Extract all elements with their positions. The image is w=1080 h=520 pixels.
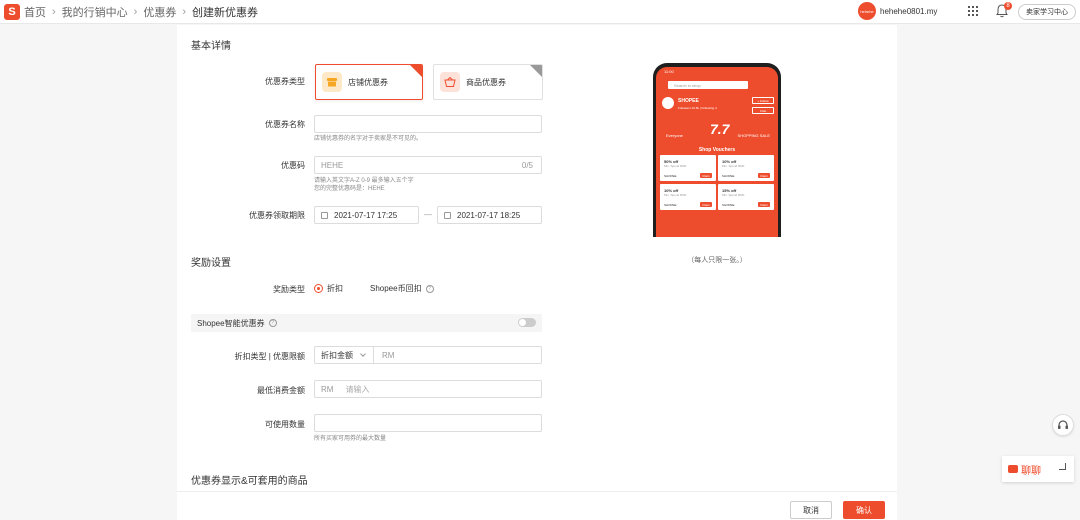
basket-icon xyxy=(440,72,460,92)
min-spend-currency: RM xyxy=(321,384,334,394)
reward-discount-label: 折扣 xyxy=(327,284,343,293)
chevron-right-icon: › xyxy=(133,5,138,18)
voucher-code-input[interactable]: HEHE 0/5 xyxy=(314,156,542,174)
discount-type-label: 折扣类型 | 优惠限额 xyxy=(234,352,305,361)
claim-period-label: 优惠券领取期限 xyxy=(249,211,305,220)
footer-divider xyxy=(177,491,897,492)
usage-quantity-hint: 所有买家可用券的最大数量 xyxy=(314,436,387,442)
chat-label: 聊聊 xyxy=(1021,465,1041,477)
min-spend-placeholder: 请输入 xyxy=(345,384,370,394)
banner-big-text: 7.7 xyxy=(710,121,730,137)
end-date-value: 2021-07-17 18:25 xyxy=(457,210,521,220)
discount-currency: RM xyxy=(382,350,395,360)
breadcrumb-current: 创建新优惠券 xyxy=(192,6,259,19)
notification-badge: 8 xyxy=(1004,2,1012,10)
date-separator: — xyxy=(424,210,432,219)
shop-voucher-label: 店铺优惠券 xyxy=(348,77,388,87)
discount-type-value: 折扣金额 xyxy=(321,350,353,360)
shopee-logo-icon[interactable]: S xyxy=(4,3,20,20)
preview-shop-meta: Followers 10.6k | Following 4 xyxy=(678,106,717,110)
store-icon xyxy=(322,72,342,92)
code-prefix: HEHE xyxy=(321,160,344,170)
selected-corner-icon xyxy=(410,65,422,77)
preview-vouchers-title: Shop Vouchers xyxy=(698,147,736,153)
seller-learning-button[interactable]: 卖家学习中心 xyxy=(1018,4,1076,20)
preview-banner: 7.7 Everyone SHOPPING SALE xyxy=(660,121,774,143)
chevron-right-icon: › xyxy=(182,5,187,18)
discount-amount-field[interactable]: 折扣金额 RM xyxy=(314,346,542,364)
end-date-picker[interactable]: 2021-07-17 18:25 xyxy=(437,206,542,224)
product-voucher-option[interactable]: 商品优惠券 xyxy=(433,64,543,100)
product-voucher-label: 商品优惠券 xyxy=(466,77,506,87)
min-spend-input[interactable]: RM 请输入 xyxy=(314,380,542,398)
breadcrumb-home[interactable]: 首页 xyxy=(24,4,46,20)
top-bar: S 首页 › 我的行销中心 › 优惠券 › 创建新优惠券 hehehe hehe… xyxy=(0,0,1080,24)
start-date-picker[interactable]: 2021-07-17 17:25 xyxy=(314,206,419,224)
preview-follow-button: + Follow xyxy=(752,97,774,104)
preview-shop-name: SHOPEE xyxy=(678,98,699,104)
code-counter: 0/5 xyxy=(521,160,533,170)
chevron-down-icon xyxy=(360,351,366,357)
voucher-name-label: 优惠券名称 xyxy=(265,120,305,129)
shop-voucher-option[interactable]: 店铺优惠券 xyxy=(315,64,423,100)
notification-bell-icon[interactable]: 8 xyxy=(996,2,1012,18)
usage-quantity-input[interactable] xyxy=(314,414,542,432)
reward-discount-radio[interactable]: 折扣 xyxy=(314,283,343,294)
display-section-title: 优惠券显示&可套用的商品 xyxy=(191,476,308,487)
reward-type-label: 奖励类型 xyxy=(273,285,305,294)
smart-voucher-label: Shopee智能优惠券 xyxy=(197,318,265,328)
voucher-form-card: 基本详情 优惠券类型 店铺优惠券 商品优惠券 优惠券名称 店铺优惠券的名字对于卖… xyxy=(177,25,897,520)
cancel-button[interactable]: 取消 xyxy=(790,501,832,519)
preview-voucher: 10% off Min. Spend RM0 SHOPEE Claim xyxy=(660,184,716,210)
chat-bubble-icon xyxy=(1008,465,1018,473)
start-date-value: 2021-07-17 17:25 xyxy=(334,210,398,220)
radio-unselected-icon xyxy=(357,284,366,293)
breadcrumb-marketing[interactable]: 我的行销中心 xyxy=(62,4,128,20)
preview-voucher: 10% off Min. Spend RM0 SHOPEE Claim xyxy=(718,155,774,181)
preview-voucher: 15% off Min. Spend RM0 SHOPEE Claim xyxy=(718,184,774,210)
banner-left-text: Everyone xyxy=(666,133,683,138)
status-time: 11:00 xyxy=(664,69,674,74)
breadcrumb-vouchers[interactable]: 优惠券 xyxy=(143,4,176,20)
collapse-icon[interactable] xyxy=(1059,463,1066,470)
user-menu[interactable]: hehehe hehehe0801.my xyxy=(858,2,937,20)
voucher-code-label: 优惠码 xyxy=(281,161,305,170)
preview-voucher: 50% off Min. Spend RM0 SHOPEE Claim xyxy=(660,155,716,181)
unselected-corner-icon xyxy=(530,65,542,77)
help-icon[interactable]: ? xyxy=(425,284,434,293)
preview-search-bar: Search in shop xyxy=(668,81,748,89)
avatar: hehehe xyxy=(858,2,876,20)
voucher-name-hint: 店铺优惠券的名字对于卖家是不可见的。 xyxy=(314,136,423,142)
apps-grid-icon[interactable] xyxy=(968,6,978,16)
voucher-type-label: 优惠券类型 xyxy=(265,77,305,86)
calendar-icon xyxy=(444,211,451,219)
voucher-preview-phone: 11:00 Search in shop SHOPEE Followers 10… xyxy=(653,63,781,237)
basic-section-title: 基本详情 xyxy=(191,41,231,52)
breadcrumb: 首页 › 我的行销中心 › 优惠券 › 创建新优惠券 xyxy=(24,4,258,20)
chat-widget[interactable]: 聊聊 xyxy=(1002,456,1074,482)
voucher-code-hint-2: 您的完整优惠码是：HEHE xyxy=(314,186,385,192)
radio-selected-icon xyxy=(314,284,323,293)
confirm-button[interactable]: 确认 xyxy=(843,501,885,519)
reward-section-title: 奖励设置 xyxy=(191,258,231,269)
username: hehehe0801.my xyxy=(880,6,938,16)
voucher-name-input[interactable] xyxy=(314,115,542,133)
help-icon[interactable]: ? xyxy=(268,319,277,327)
banner-right-text: SHOPPING SALE xyxy=(737,133,770,138)
min-spend-label: 最低消费金额 xyxy=(257,386,305,395)
smart-voucher-toggle[interactable] xyxy=(518,318,536,327)
reward-coins-label: Shopee币回扣 xyxy=(370,284,422,293)
preview-chat-button: Chat xyxy=(752,107,774,114)
phone-screen: 11:00 Search in shop SHOPEE Followers 10… xyxy=(656,67,778,237)
preview-caption: （每人只限一张。） xyxy=(687,257,747,264)
voucher-code-hint-1: 请输入英文字A-Z 0-9 最多输入五个字 xyxy=(314,178,414,184)
reward-coins-radio[interactable]: Shopee币回扣 ? xyxy=(357,283,434,294)
chevron-right-icon: › xyxy=(52,5,56,18)
customer-support-icon[interactable] xyxy=(1052,414,1074,436)
discount-type-select[interactable]: 折扣金额 xyxy=(321,347,374,363)
usage-quantity-label: 可使用数量 xyxy=(265,420,305,429)
smart-voucher-bar: Shopee智能优惠券 ? xyxy=(191,314,542,332)
calendar-icon xyxy=(321,211,328,219)
shop-avatar-icon xyxy=(662,97,674,109)
